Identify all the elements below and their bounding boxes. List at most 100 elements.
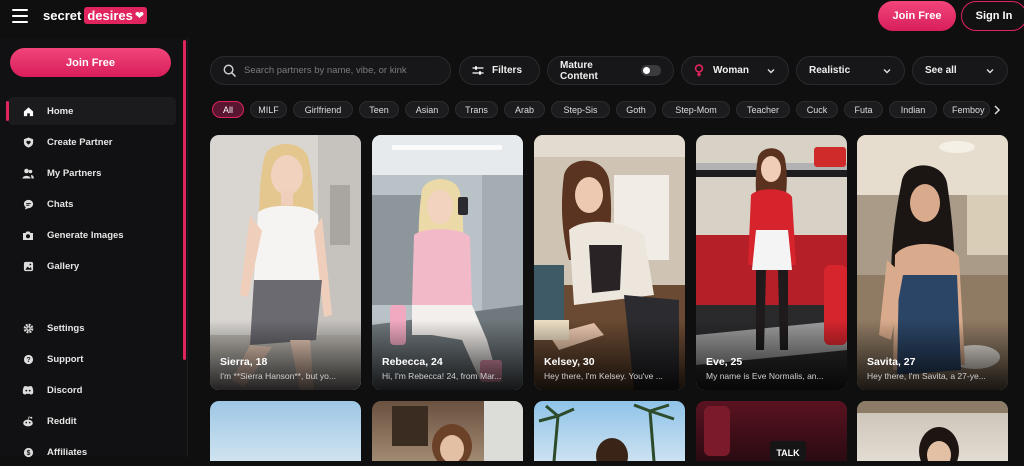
sort-select[interactable]: See all [912, 56, 1008, 85]
sidebar-scrollbar[interactable] [183, 40, 186, 360]
sidebar-item-label: Gallery [47, 260, 80, 272]
sidebar-item-generate-images[interactable]: Generate Images [8, 221, 176, 249]
sidebar-item-label: Generate Images [47, 229, 124, 241]
join-free-button[interactable]: Join Free [878, 1, 956, 31]
sidebar-item-label: Settings [47, 322, 85, 334]
sidebar-item-chats[interactable]: Chats [8, 190, 176, 218]
sidebar-item-discord[interactable]: Discord [8, 376, 176, 404]
partner-portrait-image [857, 401, 1008, 461]
chip-asian[interactable]: Asian [405, 101, 449, 118]
sidebar-item-label: Reddit [47, 415, 77, 427]
chevron-down-icon [883, 69, 891, 74]
logo-word-desires: desires ❤ [84, 7, 148, 24]
partner-name: Rebecca, 24 [382, 356, 443, 368]
partner-card-rebecca[interactable]: Rebecca, 24 Hi, I'm Rebecca! 24, from Ma… [372, 135, 523, 390]
chip-step-mom[interactable]: Step-Mom [662, 101, 730, 118]
partner-card-row2-5[interactable] [857, 401, 1008, 461]
shield-heart-icon [22, 136, 34, 148]
partner-description: Hey there, I'm Savita, a 27-ye... [867, 371, 986, 381]
partner-card-row2-1[interactable] [210, 401, 361, 461]
chip-milf[interactable]: MILF [250, 101, 287, 118]
sidebar-item-create-partner[interactable]: Create Partner [8, 128, 176, 156]
dollar-icon: $ [22, 446, 34, 458]
partner-card-row2-4[interactable]: TALK [696, 401, 847, 461]
sidebar-item-support[interactable]: ? Support [8, 345, 176, 373]
sidebar-item-label: My Partners [47, 167, 102, 179]
gallery-icon [22, 260, 34, 272]
partner-card-savita[interactable]: Savita, 27 Hey there, I'm Savita, a 27-y… [857, 135, 1008, 390]
sidebar-item-label: Chats [47, 198, 74, 210]
partner-name: Savita, 27 [867, 356, 916, 368]
partner-card-row2-3[interactable] [534, 401, 685, 461]
mature-content-toggle-row[interactable]: Mature Content [547, 56, 674, 85]
users-icon [22, 167, 34, 179]
chip-femboy[interactable]: Femboy [943, 101, 990, 118]
home-icon [22, 105, 34, 117]
sidebar-item-label: Create Partner [47, 136, 113, 148]
sidebar-item-label: Home [47, 105, 74, 117]
sidebar-item-label: Affiliates [47, 446, 88, 458]
partner-description: My name is Eve Normalis, an... [706, 371, 824, 381]
svg-text:$: $ [26, 450, 30, 457]
chip-girlfriend[interactable]: Girlfriend [293, 101, 353, 118]
partner-card-sierra[interactable]: Sierra, 18 I'm **Sierra Hanson**, but yo… [210, 135, 361, 390]
chevron-right-icon[interactable] [992, 104, 1002, 116]
chip-futa[interactable]: Futa [844, 101, 883, 118]
logo[interactable]: secret desires ❤ [43, 7, 148, 24]
reddit-icon [22, 415, 34, 427]
partner-card-eve[interactable]: Eve, 25 My name is Eve Normalis, an... [696, 135, 847, 390]
search-bar[interactable] [210, 56, 451, 85]
camera-icon [22, 229, 34, 241]
chip-step-sis[interactable]: Step-Sis [551, 101, 610, 118]
chip-cuck[interactable]: Cuck [796, 101, 838, 118]
heart-icon: ❤ [134, 10, 145, 22]
chip-teacher[interactable]: Teacher [736, 101, 790, 118]
sidebar-item-gallery[interactable]: Gallery [8, 252, 176, 280]
partner-description: I'm **Sierra Hanson**, but yo... [220, 371, 336, 381]
search-input[interactable] [244, 65, 434, 76]
chip-arab[interactable]: Arab [504, 101, 545, 118]
chip-all[interactable]: All [212, 101, 244, 118]
partner-card-kelsey[interactable]: Kelsey, 30 Hey there, I'm Kelsey. You've… [534, 135, 685, 390]
partner-name: Sierra, 18 [220, 356, 268, 368]
style-select[interactable]: Realistic [796, 56, 905, 85]
partner-name: Kelsey, 30 [544, 356, 595, 368]
partner-portrait-image [392, 401, 523, 461]
sidebar-item-settings[interactable]: Settings [8, 314, 176, 342]
sidebar-item-reddit[interactable]: Reddit [8, 407, 176, 435]
mature-content-toggle[interactable] [641, 65, 661, 76]
gear-icon [22, 322, 34, 334]
hamburger-menu-icon[interactable] [12, 9, 28, 23]
chip-indian[interactable]: Indian [889, 101, 937, 118]
sort-select-value: See all [925, 65, 957, 76]
help-icon: ? [22, 353, 34, 365]
logo-word-desires-text: desires [87, 8, 133, 23]
discord-icon [22, 384, 34, 396]
sidebar-join-free-button[interactable]: Join Free [10, 48, 171, 77]
chat-icon [22, 198, 34, 210]
partner-description: Hi, I'm Rebecca! 24, from Mar... [382, 371, 502, 381]
female-symbol-icon [694, 64, 704, 77]
top-bar: secret desires ❤ Join Free Sign In [0, 0, 1024, 32]
sign-in-button[interactable]: Sign In [961, 1, 1024, 31]
mature-content-label: Mature Content [560, 59, 598, 82]
gender-select[interactable]: Woman [681, 56, 789, 85]
chevron-down-icon [986, 69, 994, 74]
sidebar-item-home[interactable]: Home [6, 97, 176, 125]
filters-button[interactable]: Filters [459, 56, 540, 85]
chip-teen[interactable]: Teen [359, 101, 399, 118]
search-icon [223, 64, 236, 77]
partner-portrait-image: TALK [704, 406, 806, 461]
sidebar-item-my-partners[interactable]: My Partners [8, 159, 176, 187]
svg-text:?: ? [26, 356, 30, 363]
sidebar-item-label: Discord [47, 384, 83, 396]
palm-trees-image [538, 403, 675, 461]
sidebar-item-label: Support [47, 353, 84, 365]
logo-word-secret: secret [43, 8, 82, 23]
sidebar-item-affiliates[interactable]: $ Affiliates [8, 438, 176, 466]
gender-select-value: Woman [713, 65, 749, 76]
partner-card-row2-2[interactable] [372, 401, 523, 461]
chip-trans[interactable]: Trans [455, 101, 498, 118]
chevron-down-icon [767, 69, 775, 74]
chip-goth[interactable]: Goth [616, 101, 656, 118]
